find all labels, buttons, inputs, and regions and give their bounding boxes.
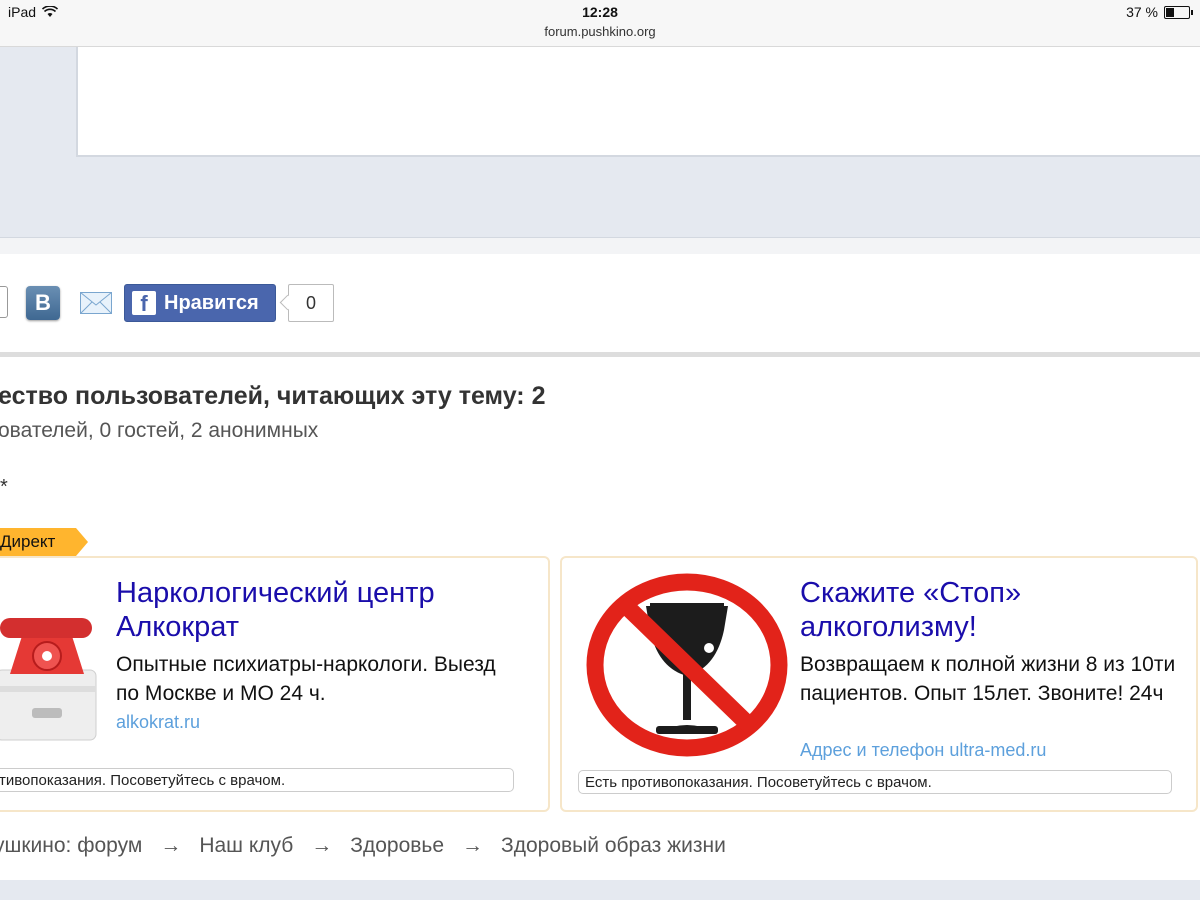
breadcrumb-item[interactable]: Здоровый образ жизни (501, 834, 726, 857)
breadcrumb-item[interactable]: Наш клуб (199, 834, 293, 857)
ad-card-1[interactable]: Наркологический центр Алкократ Опытные п… (0, 556, 550, 812)
breadcrumb-item[interactable]: Здоровье (350, 834, 444, 857)
status-right: 37 % (1126, 4, 1193, 20)
like-label: Нравится (164, 291, 259, 314)
facebook-like-button[interactable]: f Нравится (124, 284, 276, 322)
battery-fill (1166, 7, 1175, 17)
breadcrumb: ушкино: форум → Наш клуб → Здоровье → Здоровый… (0, 834, 726, 858)
vk-icon[interactable]: B (26, 286, 60, 320)
readers-title: ество пользователей, читающих эту тему: … (0, 382, 546, 410)
ad-warning: Есть противопоказания. Посоветуйтесь с в… (578, 770, 1172, 794)
breadcrumb-item[interactable]: ушкино: форум (0, 834, 142, 857)
ad-domain-link[interactable]: Адрес и телефон ultra-med.ru (800, 740, 1046, 761)
ad-title[interactable]: Скажите «Стоп» алкоголизму! (800, 576, 1180, 644)
vk-letter: B (35, 290, 51, 315)
battery-icon (1164, 5, 1193, 19)
readers-subtitle: ователей, 0 гостей, 2 анонимных (0, 419, 319, 442)
ad-card-2[interactable]: Скажите «Стоп» алкоголизму! Возвращаем к… (560, 556, 1198, 812)
ad-title[interactable]: Наркологический центр Алкократ (116, 576, 516, 644)
address-url[interactable]: forum.pushkino.org (0, 24, 1200, 39)
share-button-partial[interactable] (0, 286, 8, 318)
footer-band (0, 880, 1200, 900)
breadcrumb-arrow-icon: → (462, 834, 484, 857)
clock: 12:28 (582, 4, 618, 20)
post-content-box (76, 47, 1200, 157)
asterisk-marker: * (0, 476, 8, 498)
divider (0, 352, 1200, 357)
mail-icon[interactable] (80, 292, 112, 314)
breadcrumb-arrow-icon: → (160, 834, 182, 857)
like-count: 0 (288, 284, 334, 322)
facebook-icon: f (132, 291, 156, 315)
ad-text: Опытные психиатры-наркологи. Выезд по Мо… (116, 653, 496, 705)
telephone-icon (0, 618, 97, 741)
section-band (0, 238, 1200, 254)
direct-tag[interactable]: Директ (0, 528, 88, 556)
status-bar: iPad 12:28 forum.pushkino.org 37 % (0, 0, 1200, 47)
ad-text: Возвращаем к полной жизни 8 из 10ти паци… (800, 653, 1176, 705)
breadcrumb-arrow-icon: → (311, 834, 333, 857)
ad-domain-link[interactable]: alkokrat.ru (116, 712, 200, 733)
no-alcohol-icon (586, 573, 788, 757)
battery-percent: 37 % (1126, 4, 1158, 20)
ad-warning: тивопоказания. Посоветуйтесь с врачом. (0, 768, 514, 792)
